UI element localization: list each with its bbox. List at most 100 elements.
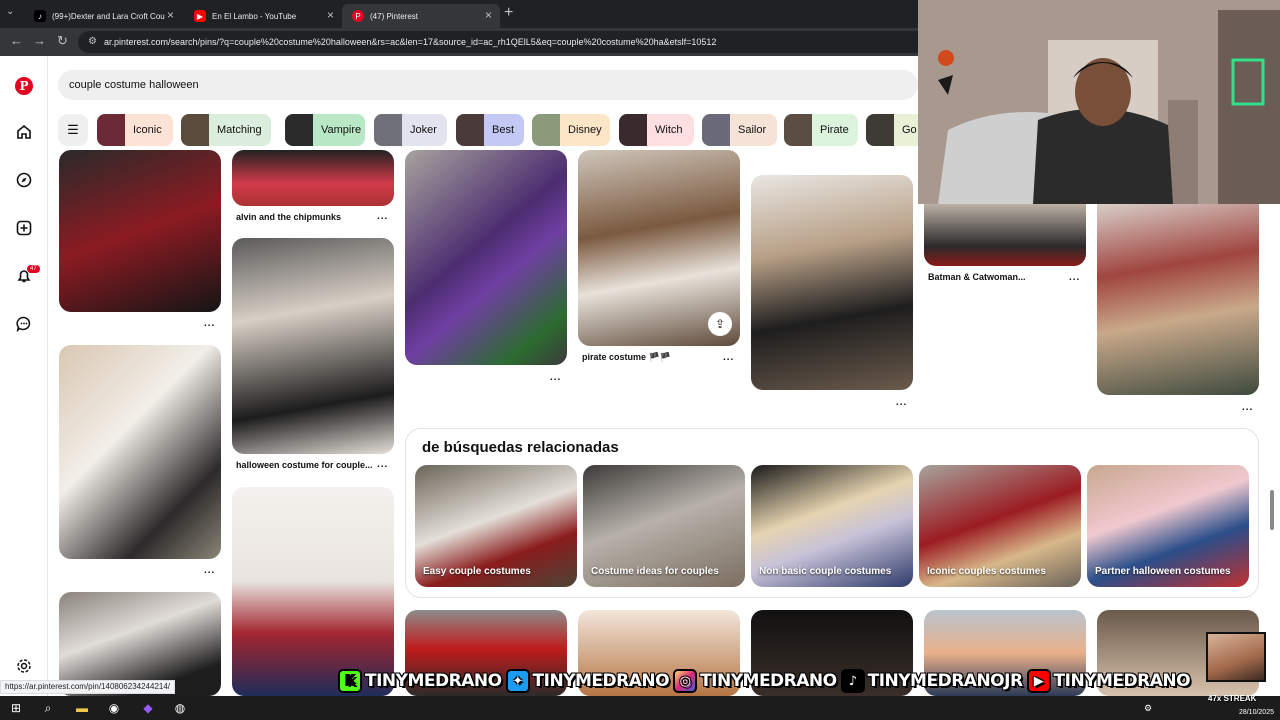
chrome-icon[interactable]: ◉	[106, 700, 122, 716]
tab-pinterest[interactable]: P (47) Pinterest ×	[342, 4, 500, 28]
related-search-label: Costume ideas for couples	[591, 566, 719, 577]
filter-icon[interactable]: ☰	[58, 114, 88, 146]
pin-more-icon[interactable]: ...	[377, 459, 388, 470]
reload-icon[interactable]: ↻	[57, 33, 68, 49]
chip-label: Vampire	[321, 124, 362, 136]
pin-image[interactable]: ⇪	[578, 150, 740, 346]
tab-label: (47) Pinterest	[370, 11, 419, 21]
twitter-handle: ✦ TINYMEDRANO	[505, 669, 670, 693]
pin-title: halloween costume for couple...	[236, 460, 373, 470]
kick-handle: K TINYMEDRANO	[338, 669, 502, 693]
chip-label: Witch	[655, 124, 683, 136]
chip-sailor[interactable]: Sailor	[702, 114, 777, 146]
pin-image[interactable]	[1097, 200, 1259, 395]
pin-image[interactable]	[751, 175, 913, 390]
chip-disney[interactable]: Disney	[532, 114, 610, 146]
chip-thumbnail	[181, 114, 209, 146]
chip-label: Go	[902, 124, 917, 136]
related-search-card[interactable]: Costume ideas for couples	[583, 465, 745, 587]
tiktok-icon: ♪	[34, 10, 46, 22]
windows-start-icon[interactable]: ⊞	[8, 700, 24, 716]
tab-search-icon[interactable]: ⌄	[6, 6, 14, 17]
pin-more-icon[interactable]: ...	[896, 397, 907, 408]
pin-title: alvin and the chipmunks	[236, 212, 342, 222]
related-searches-title: de búsquedas relacionadas	[422, 439, 619, 456]
pin-image[interactable]	[59, 345, 221, 559]
obs-icon[interactable]: ◍	[172, 700, 188, 716]
explore-icon[interactable]	[14, 170, 34, 190]
chip-go[interactable]: Go	[866, 114, 918, 146]
related-search-card[interactable]: Easy couple costumes	[415, 465, 577, 587]
close-tab-icon[interactable]: ×	[327, 8, 334, 22]
chip-label: Matching	[217, 124, 262, 136]
tab-tiktok[interactable]: ♪ (99+)Dexter and Lara Croft Cou ×	[24, 4, 182, 28]
youtube-icon: ▶	[1026, 669, 1051, 693]
share-icon[interactable]: ⇪	[708, 312, 732, 336]
back-icon[interactable]: ←	[10, 33, 23, 48]
related-search-card[interactable]: Iconic couples costumes	[919, 465, 1081, 587]
file-explorer-icon[interactable]: ▬	[74, 700, 90, 716]
home-icon[interactable]	[14, 122, 34, 142]
tray-date: 28/10/2025	[1238, 709, 1274, 716]
pin-image[interactable]	[405, 150, 567, 365]
page-scrollbar[interactable]	[1270, 490, 1274, 530]
chip-pirate[interactable]: Pirate	[784, 114, 858, 146]
taskbar-search-icon[interactable]: ⌕	[40, 700, 56, 716]
pin-image[interactable]	[59, 150, 221, 312]
settings-icon[interactable]	[14, 656, 34, 676]
chip-witch[interactable]: Witch	[619, 114, 694, 146]
tab-label: (99+)Dexter and Lara Croft Cou	[52, 11, 165, 21]
url-text: ar.pinterest.com/search/pins/?q=couple%2…	[104, 37, 717, 47]
youtube-handle: ▶ TINYMEDRANO	[1026, 669, 1191, 693]
close-tab-icon[interactable]: ×	[485, 8, 492, 22]
app-icon[interactable]: ◆	[140, 700, 156, 716]
chip-thumbnail	[532, 114, 560, 146]
related-search-card[interactable]: Non basic couple costumes	[751, 465, 913, 587]
pin-image[interactable]	[924, 200, 1086, 266]
related-search-label: Iconic couples costumes	[927, 566, 1046, 577]
pinterest-sidebar: P 47	[0, 56, 48, 696]
chip-iconic[interactable]: Iconic	[97, 114, 173, 146]
chip-joker[interactable]: Joker	[374, 114, 447, 146]
forward-icon[interactable]: →	[33, 33, 46, 48]
tiktok-label: TINYMEDRANOJR	[867, 671, 1023, 691]
chip-thumbnail	[285, 114, 313, 146]
chip-vampire[interactable]: Vampire	[285, 114, 365, 146]
pin-more-icon[interactable]: ...	[723, 352, 734, 363]
pin-more-icon[interactable]: ...	[377, 211, 388, 222]
pinterest-logo-icon[interactable]: P	[14, 76, 34, 96]
pin-image[interactable]	[232, 238, 394, 454]
instagram-icon: ◎	[673, 669, 698, 693]
related-search-label: Easy couple costumes	[423, 566, 531, 577]
chip-label: Sailor	[738, 124, 767, 136]
tray-icons[interactable]: ⚙	[1140, 700, 1156, 716]
kick-icon: K	[338, 669, 362, 693]
pin-more-icon[interactable]: ...	[1069, 272, 1080, 283]
pin-image[interactable]	[232, 150, 394, 206]
site-info-icon[interactable]: ⚙	[88, 31, 97, 53]
pin-more-icon[interactable]: ...	[204, 318, 215, 329]
streamer-webcam	[918, 0, 1280, 204]
close-tab-icon[interactable]: ×	[167, 8, 174, 22]
chip-thumbnail	[456, 114, 484, 146]
tab-label: En El Lambo - YouTube	[212, 11, 297, 21]
pin-image[interactable]	[232, 487, 394, 696]
chip-matching[interactable]: Matching	[181, 114, 271, 146]
messages-icon[interactable]	[14, 314, 34, 334]
pin-more-icon[interactable]: ...	[550, 372, 561, 383]
tab-youtube[interactable]: ▶ En El Lambo - YouTube ×	[184, 4, 342, 28]
pin-title: pirate costume 🏴🏴	[582, 352, 671, 362]
chip-best[interactable]: Best	[456, 114, 524, 146]
related-search-card[interactable]: Partner halloween costumes	[1087, 465, 1249, 587]
notification-badge: 47	[27, 265, 40, 273]
chip-thumbnail	[97, 114, 125, 146]
youtube-icon: ▶	[194, 10, 206, 22]
chip-thumbnail	[866, 114, 894, 146]
new-tab-button[interactable]: +	[504, 4, 513, 22]
search-input[interactable]: couple costume halloween	[58, 70, 918, 100]
pin-more-icon[interactable]: ...	[204, 565, 215, 576]
tiktok-handle: ♪ TINYMEDRANOJR	[840, 669, 1023, 693]
pin-more-icon[interactable]: ...	[1242, 402, 1253, 413]
pinterest-icon: P	[352, 10, 364, 22]
create-icon[interactable]	[14, 218, 34, 238]
